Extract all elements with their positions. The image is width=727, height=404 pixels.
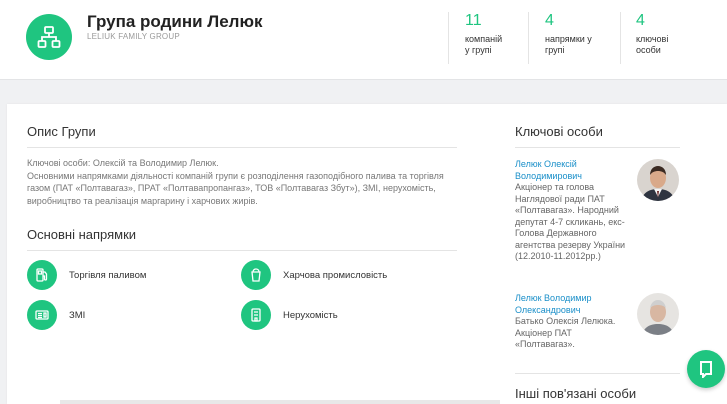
- chat-button[interactable]: [687, 350, 725, 388]
- stat-directions: 4 напрямки у групі: [545, 12, 592, 56]
- next-card-edge: [60, 400, 500, 404]
- description-text: Ключові особи: Олексій та Володимир Лелю…: [27, 158, 444, 206]
- avatar[interactable]: [637, 293, 679, 335]
- direction-item[interactable]: Торгівля паливом: [27, 260, 146, 290]
- person-card: Лелюк Олексій Володимирович Акціонер та …: [515, 159, 633, 263]
- stat-label: ключові особи: [636, 34, 669, 55]
- stat-divider: [528, 12, 529, 64]
- person-description: Батько Олексія Лелюка. Акціонер ПАТ «Пол…: [515, 316, 616, 349]
- group-logo: [26, 14, 72, 60]
- stat-value: 11: [465, 12, 482, 29]
- person-name-link[interactable]: Лелюк Олексій Володимирович: [515, 159, 633, 182]
- person-description: Акціонер та голова Наглядової ради ПАТ «…: [515, 182, 626, 261]
- person-name-link[interactable]: Лелюк Володимир Олександрович: [515, 293, 633, 316]
- real-estate-icon: [241, 300, 271, 330]
- media-icon: [27, 300, 57, 330]
- stat-divider: [620, 12, 621, 64]
- hierarchy-icon: [37, 26, 61, 48]
- direction-label: ЗМІ: [69, 309, 86, 321]
- stat-value: 4: [545, 12, 554, 29]
- directions-title: Основні напрямки: [27, 227, 137, 242]
- divider: [27, 147, 457, 148]
- direction-label: Нерухомість: [283, 309, 338, 321]
- direction-label: Торгівля паливом: [69, 269, 147, 281]
- page-title: Група родини Лелюк: [87, 12, 263, 31]
- stat-label: компаній у групі: [465, 34, 503, 55]
- page-header: Група родини Лелюк LELIUK FAMILY GROUP 1…: [0, 0, 727, 80]
- direction-item[interactable]: Харчова промисловість: [241, 260, 387, 290]
- stat-key-persons: 4 ключові особи: [636, 12, 668, 56]
- stat-divider: [448, 12, 449, 64]
- direction-item[interactable]: Нерухомість: [241, 300, 338, 330]
- direction-label: Харчова промисловість: [283, 269, 388, 281]
- description-title: Опис Групи: [27, 124, 96, 139]
- person-card: Лелюк Володимир Олександрович Батько Оле…: [515, 293, 633, 351]
- food-icon: [241, 260, 271, 290]
- page-subtitle: LELIUK FAMILY GROUP: [87, 32, 180, 41]
- other-persons-title: Інші пов'язані особи: [515, 386, 637, 401]
- divider: [27, 250, 457, 251]
- direction-item[interactable]: ЗМІ: [27, 300, 85, 330]
- key-persons-title: Ключові особи: [515, 124, 603, 139]
- stat-value: 4: [636, 12, 645, 29]
- avatar[interactable]: [637, 159, 679, 201]
- chat-icon: [700, 361, 712, 378]
- stat-label: напрямки у групі: [545, 34, 592, 55]
- divider: [515, 373, 680, 374]
- divider: [515, 147, 680, 148]
- stat-companies: 11 компаній у групі: [465, 12, 502, 56]
- fuel-icon: [27, 260, 57, 290]
